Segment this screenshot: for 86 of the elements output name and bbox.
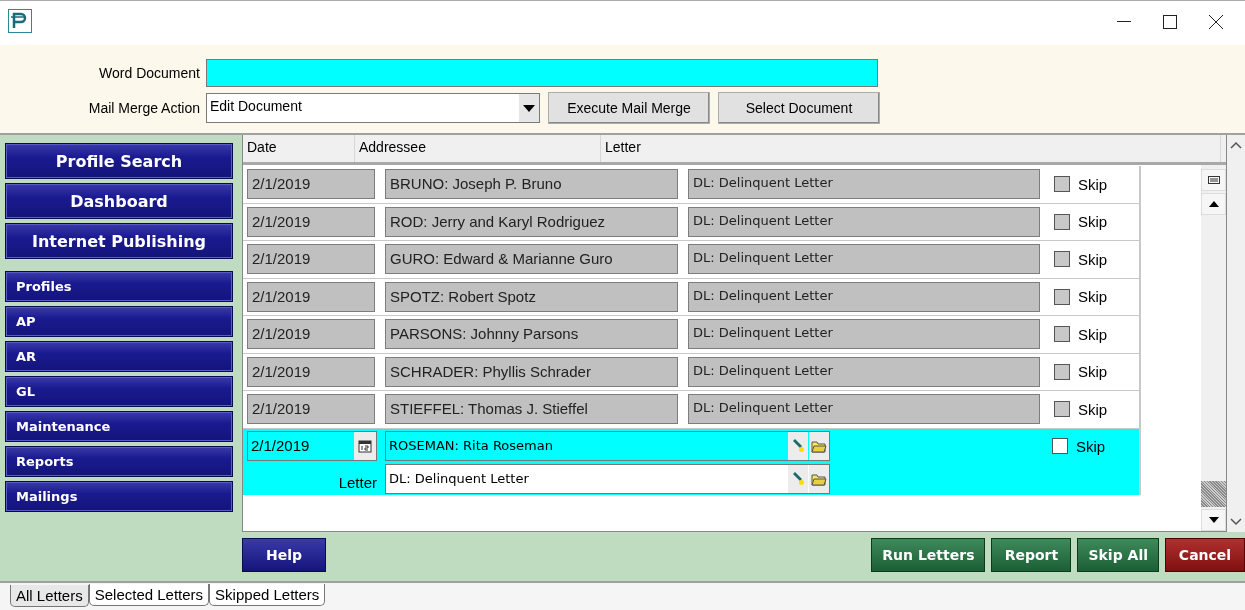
date-cell: 2/1/2019 (247, 356, 375, 387)
addressee-cell: SPOTZ: Robert Spotz (385, 281, 678, 312)
addressee-cell: PARSONS: Johnny Parsons (385, 319, 678, 350)
minimize-icon (1117, 21, 1131, 23)
addressee-field[interactable]: ROSEMAN: Rita Roseman (385, 430, 830, 461)
letter-cell: DL: Delinquent Letter (688, 244, 1040, 275)
column-header: Date (243, 135, 355, 162)
column-header: Letter (601, 135, 1221, 162)
folder-icon (811, 438, 827, 453)
addressee-cell: ROD: Jerry and Karyl Rodriguez (385, 206, 678, 237)
nav-button[interactable]: Internet Publishing (5, 223, 233, 259)
nav-button[interactable]: Maintenance (5, 411, 233, 442)
nav-button[interactable]: Reports (5, 446, 233, 477)
letter-field[interactable]: DL: Delinquent Letter (385, 463, 830, 494)
letter-cell: DL: Delinquent Letter (688, 319, 1040, 350)
mail-merge-action-dropdown[interactable]: Edit Document (206, 93, 540, 123)
field-label: Word Document (99, 65, 200, 81)
scroll-thumb[interactable] (1201, 481, 1226, 507)
skip-label: Skip (1078, 363, 1108, 381)
down-arrow-icon (1208, 517, 1219, 523)
tab[interactable]: Skipped Letters (209, 584, 326, 606)
pencil-icon (791, 471, 805, 486)
date-cell: 2/1/2019 (247, 206, 375, 237)
calendar-icon (358, 438, 372, 453)
date-cell: 2/1/2019 (247, 244, 375, 275)
word-document-field[interactable] (206, 59, 878, 87)
skip-checkbox[interactable] (1054, 288, 1070, 305)
skip-checkbox[interactable] (1054, 176, 1070, 193)
skip-label: Skip (1078, 250, 1108, 268)
field-label: Mail Merge Action (88, 100, 200, 116)
nav-button[interactable]: Profile Search (5, 143, 233, 179)
scroll-down-icon[interactable] (1230, 518, 1242, 526)
skip-label: Skip (1078, 288, 1108, 306)
skip-label: Skip (1078, 400, 1108, 418)
date-cell: 2/1/2019 (247, 319, 375, 350)
skip-checkbox[interactable] (1054, 326, 1070, 343)
up-arrow-icon (1208, 201, 1219, 207)
skip-label: Skip (1076, 437, 1106, 455)
action-button[interactable]: Help (242, 538, 326, 572)
date-cell: 2/1/2019 (247, 281, 375, 312)
letter-cell: DL: Delinquent Letter (688, 394, 1040, 425)
action-button[interactable]: Skip All (1077, 538, 1159, 572)
skip-label: Skip (1078, 175, 1108, 193)
addressee-cell: GURO: Edward & Marianne Guro (385, 244, 678, 275)
app-logo-icon (8, 9, 32, 33)
addressee-cell: BRUNO: Joseph P. Bruno (385, 169, 678, 200)
scroll-up-button[interactable] (1201, 193, 1226, 215)
date-cell: 2/1/2019 (247, 394, 375, 425)
skip-label: Skip (1078, 213, 1108, 231)
letter-cell: DL: Delinquent Letter (688, 206, 1040, 237)
date-cell: 2/1/2019 (247, 169, 375, 200)
nav-button[interactable]: Profiles (5, 271, 233, 302)
nav-button[interactable]: Dashboard (5, 183, 233, 219)
skip-checkbox[interactable] (1052, 438, 1068, 454)
letter-cell: DL: Delinquent Letter (688, 356, 1040, 387)
nav-button[interactable]: GL (5, 376, 233, 407)
letter-cell: DL: Delinquent Letter (688, 281, 1040, 312)
action-button[interactable]: Cancel (1165, 538, 1245, 572)
action-button[interactable]: Run Letters (871, 538, 986, 572)
date-field[interactable]: 2/1/2019 (247, 430, 377, 461)
skip-checkbox[interactable] (1054, 401, 1070, 418)
pencil-icon (791, 438, 805, 453)
folder-icon (811, 471, 827, 486)
form-button[interactable]: Select Document (718, 92, 880, 124)
action-button[interactable]: Report (991, 538, 1072, 572)
nav-button[interactable]: Mailings (5, 481, 233, 512)
scroll-up-icon[interactable] (1230, 141, 1242, 149)
nav-button[interactable]: AP (5, 306, 233, 337)
addressee-cell: STIEFFEL: Thomas J. Stieffel (385, 394, 678, 425)
skip-checkbox[interactable] (1054, 251, 1070, 268)
tab[interactable]: Selected Letters (88, 584, 210, 606)
column-header: Addressee (355, 135, 601, 162)
field-label: Letter (338, 473, 377, 493)
skip-checkbox[interactable] (1054, 213, 1070, 230)
scroll-down-button[interactable] (1201, 509, 1226, 531)
skip-label: Skip (1078, 325, 1108, 343)
addressee-cell: SCHRADER: Phyllis Schrader (385, 356, 678, 387)
menu-icon[interactable] (1201, 169, 1226, 191)
form-button[interactable]: Execute Mail Merge (548, 92, 710, 124)
dropdown-caret-icon (523, 104, 535, 112)
maximize-icon (1163, 15, 1177, 29)
skip-checkbox[interactable] (1054, 363, 1070, 380)
tab[interactable]: All Letters (10, 585, 89, 607)
nav-button[interactable]: AR (5, 341, 233, 372)
close-icon (1209, 15, 1223, 29)
letter-cell: DL: Delinquent Letter (688, 169, 1040, 200)
